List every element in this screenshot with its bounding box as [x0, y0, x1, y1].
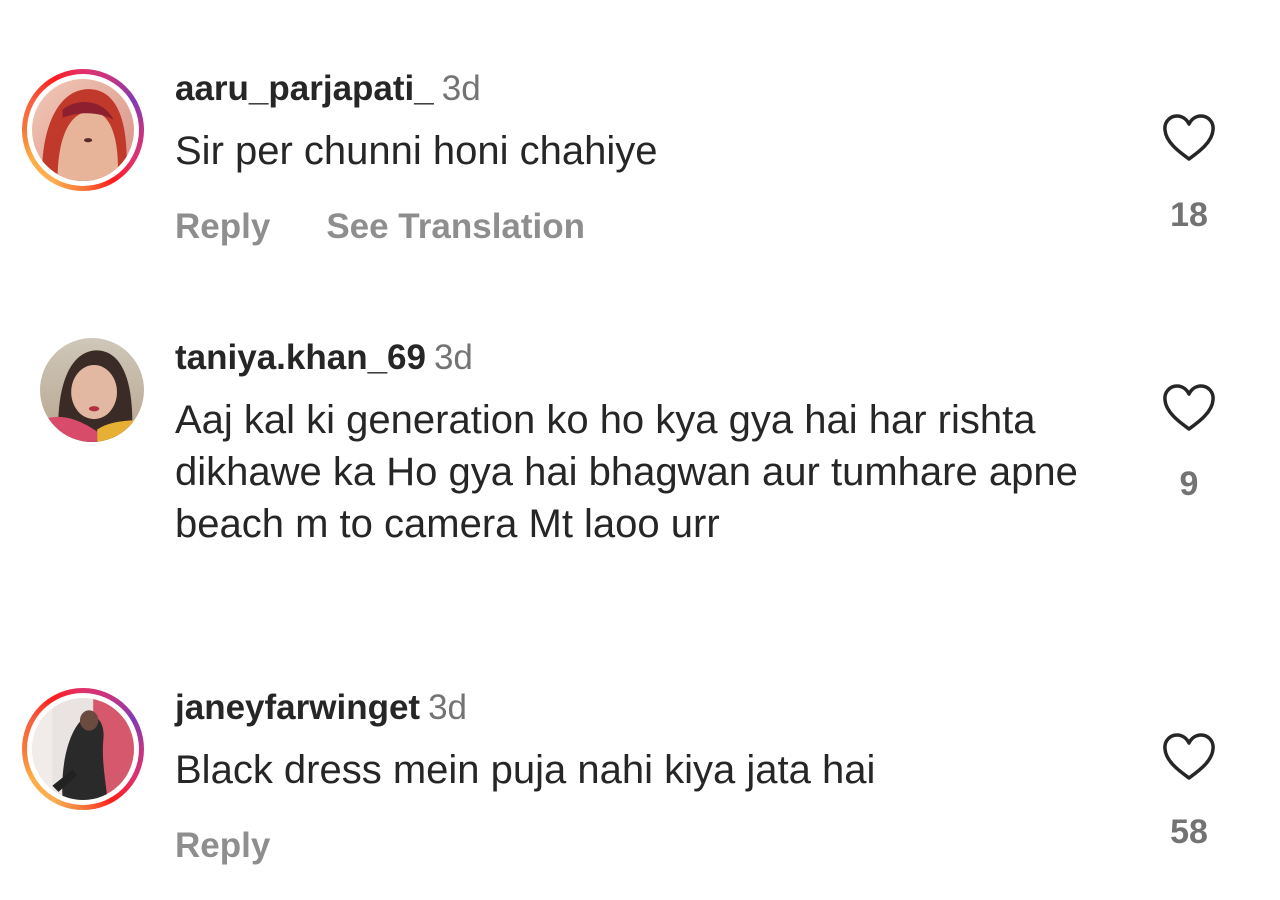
like-count: 9: [1179, 465, 1199, 503]
username-text[interactable]: janeyfarwinget: [175, 688, 420, 727]
like-count: 18: [1170, 196, 1208, 234]
comment-timestamp: 3d: [428, 688, 468, 727]
avatar-story-ring[interactable]: [22, 688, 144, 810]
comment-text: Sir per chunni honi chahiye: [175, 129, 658, 173]
avatar: [40, 338, 144, 442]
comment-username[interactable]: taniya.khan_69 3d: [175, 338, 473, 378]
avatar-container[interactable]: [22, 338, 144, 460]
avatar-story-ring[interactable]: [22, 69, 144, 191]
see-translation-button[interactable]: See Translation: [326, 207, 585, 246]
username-text[interactable]: aaru_parjapati_: [175, 69, 434, 108]
heart-outline-icon[interactable]: [1162, 384, 1216, 432]
comment-actions: Reply See Translation: [175, 207, 585, 247]
reply-button[interactable]: Reply: [175, 207, 270, 246]
comment-timestamp: 3d: [441, 69, 481, 108]
comment-text: Aaj kal ki generation ko ho kya gya hai …: [175, 398, 1078, 546]
comment-actions: Reply: [175, 826, 270, 866]
heart-outline-icon[interactable]: [1162, 114, 1216, 162]
heart-outline-icon[interactable]: [1162, 733, 1216, 781]
reply-button[interactable]: Reply: [175, 826, 270, 865]
comment-timestamp: 3d: [433, 338, 473, 377]
comment-text: Black dress mein puja nahi kiya jata hai: [175, 748, 876, 792]
avatar: [32, 698, 134, 800]
avatar: [32, 79, 134, 181]
comment-username[interactable]: aaru_parjapati_ 3d: [175, 69, 481, 109]
comment-username[interactable]: janeyfarwinget 3d: [175, 688, 467, 728]
like-count: 58: [1170, 813, 1208, 851]
username-text[interactable]: taniya.khan_69: [175, 338, 426, 377]
